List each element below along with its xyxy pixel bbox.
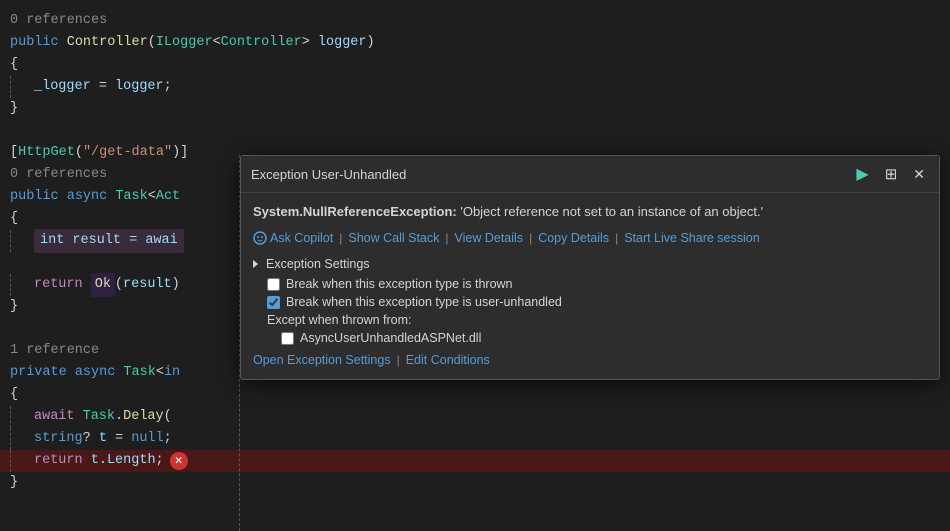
break-unhandled-row: Break when this exception type is user-u… [253, 295, 927, 309]
popup-body: System.NullReferenceException: 'Object r… [241, 193, 939, 379]
copy-details-link[interactable]: Copy Details [538, 231, 609, 245]
edit-conditions-link[interactable]: Edit Conditions [406, 353, 490, 367]
exception-settings-title: Exception Settings [253, 257, 927, 271]
close-button[interactable]: ✕ [909, 164, 929, 185]
code-line-private-open: { [0, 384, 950, 406]
popup-title: Exception User-Unhandled [251, 167, 406, 182]
popup-action-links: Ask Copilot | Show Call Stack | View Det… [253, 231, 927, 245]
bottom-links: Open Exception Settings | Edit Condition… [253, 353, 927, 367]
break-unhandled-checkbox[interactable] [267, 296, 280, 309]
except-when-label: Except when thrown from: [253, 313, 927, 327]
exception-popup: Exception User-Unhandled ▶ ⊞ ✕ System.Nu… [240, 155, 940, 380]
code-line-await-delay: await Task . Delay ( [0, 406, 950, 428]
code-line-logger: _logger = logger ; [0, 76, 950, 98]
code-line-ref0: 0 references [0, 10, 950, 32]
error-indicator: ✕ [170, 452, 188, 470]
break-thrown-label: Break when this exception type is thrown [286, 277, 513, 291]
show-call-stack-link[interactable]: Show Call Stack [348, 231, 439, 245]
settings-label: Exception Settings [266, 257, 370, 271]
view-details-link[interactable]: View Details [455, 231, 524, 245]
popup-title-actions: ▶ ⊞ ✕ [852, 162, 929, 186]
break-thrown-checkbox[interactable] [267, 278, 280, 291]
exception-settings: Exception Settings Break when this excep… [253, 257, 927, 345]
break-thrown-row: Break when this exception type is thrown [253, 277, 927, 291]
async-dll-row: AsyncUserUnhandledASPNet.dll [253, 331, 927, 345]
code-line-ctor-close: } [0, 98, 950, 120]
live-share-link[interactable]: Start Live Share session [624, 231, 760, 245]
exception-message: System.NullReferenceException: 'Object r… [253, 203, 927, 221]
expand-triangle [253, 260, 258, 268]
exception-description: 'Object reference not set to an instance… [460, 204, 763, 219]
open-exception-settings-link[interactable]: Open Exception Settings [253, 353, 391, 367]
code-line-return-length: return t . Length ; ✕ [0, 450, 950, 472]
exception-type: System.NullReferenceException: [253, 204, 457, 219]
ref-count: 0 references [10, 10, 107, 32]
pin-button[interactable]: ⊞ [881, 163, 902, 185]
copilot-icon [253, 231, 267, 245]
code-line-ctor-open: { [0, 54, 950, 76]
code-line-private-close: } [0, 472, 950, 494]
code-line-string-null: string ? t = null ; [0, 428, 950, 450]
code-line-ctor: public Controller ( ILogger < Controller… [0, 32, 950, 54]
code-line-blank1 [0, 120, 950, 142]
popup-titlebar: Exception User-Unhandled ▶ ⊞ ✕ [241, 156, 939, 193]
async-dll-label: AsyncUserUnhandledASPNet.dll [300, 331, 481, 345]
break-unhandled-label: Break when this exception type is user-u… [286, 295, 562, 309]
ask-copilot-link[interactable]: Ask Copilot [270, 231, 333, 245]
async-dll-checkbox[interactable] [281, 332, 294, 345]
continue-button[interactable]: ▶ [852, 162, 872, 186]
